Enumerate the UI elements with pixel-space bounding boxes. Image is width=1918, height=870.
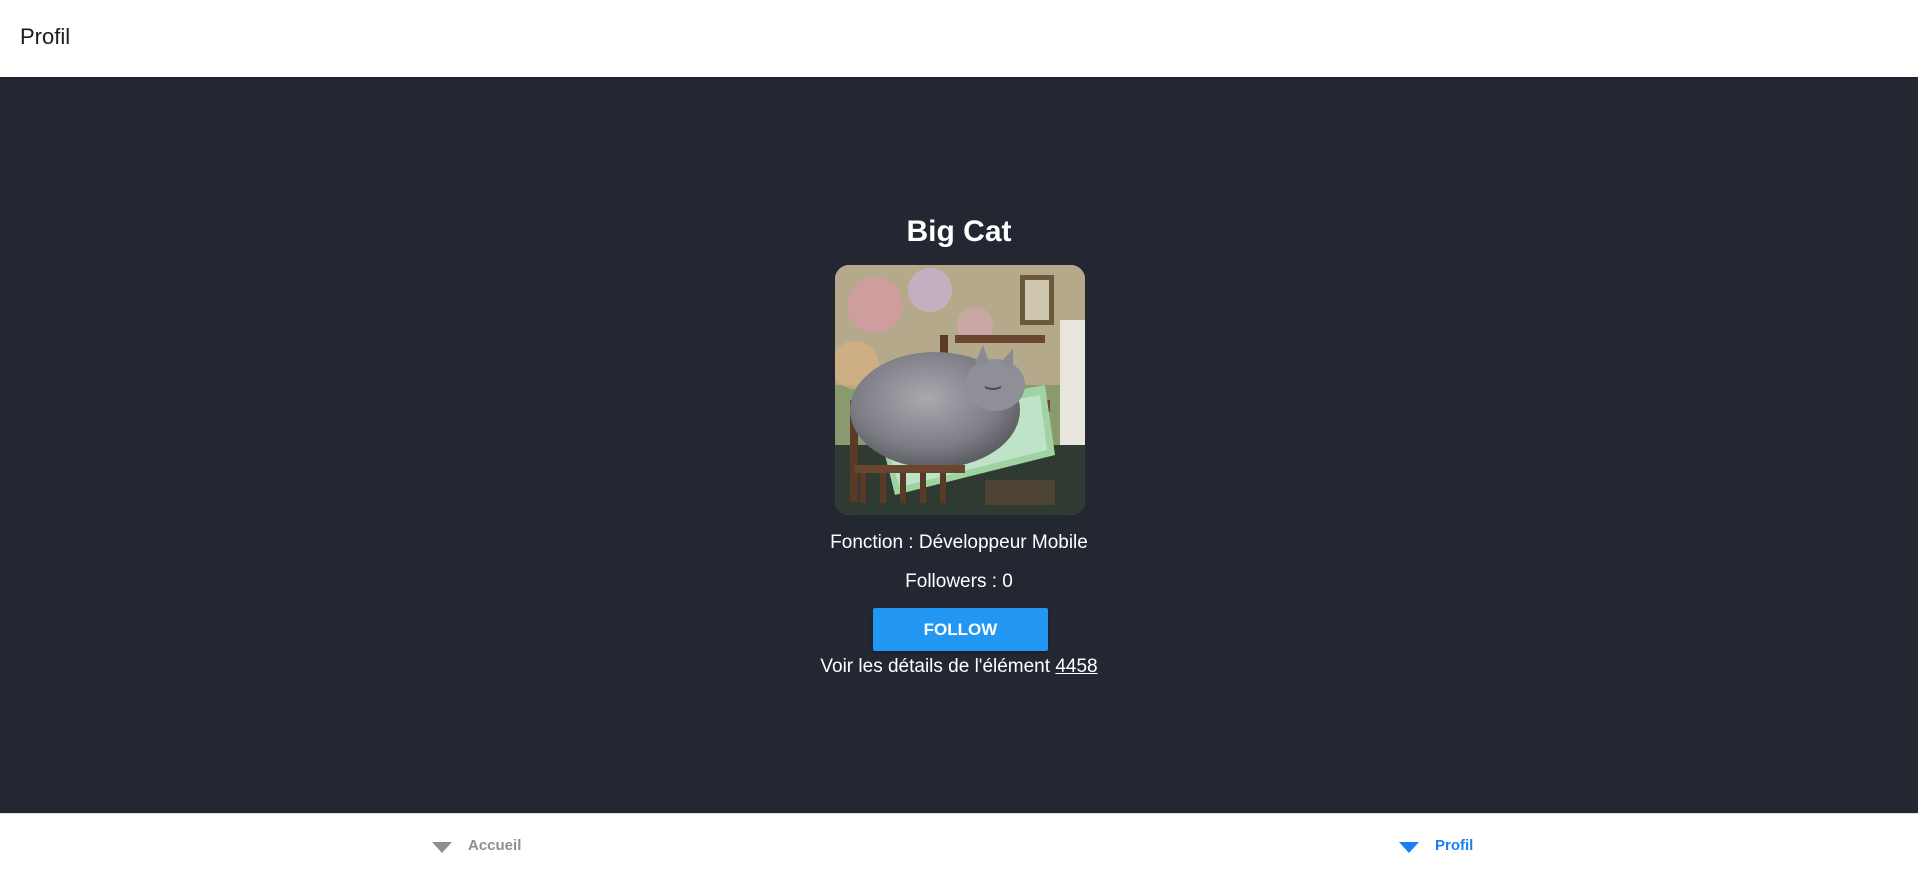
cat-photo-icon — [835, 265, 1085, 515]
header-title: Profil — [20, 24, 71, 49]
followers-count: Followers : 0 — [905, 571, 1013, 592]
profile-avatar — [835, 265, 1085, 515]
details-link[interactable]: 4458 — [1055, 656, 1097, 677]
tab-profil[interactable]: Profil — [1399, 837, 1473, 854]
details-line: Voir les détails de l'élément 4458 — [0, 656, 1918, 678]
triangle-down-icon — [1399, 842, 1419, 853]
tab-accueil[interactable]: Accueil — [432, 837, 521, 854]
fonction-text: Fonction : Développeur Mobile — [830, 532, 1088, 553]
triangle-down-icon — [432, 842, 452, 853]
profile-content: Big Cat Fonction: Développeur Mobile Fo… — [0, 77, 1918, 813]
tab-profil-label: Profil — [1435, 837, 1474, 854]
profile-screen: Big Cat Fonction: Développeur Mobile Fo… — [0, 77, 1918, 813]
app-header: Profil — [0, 0, 1918, 77]
follow-button[interactable]: FOLLOW — [873, 608, 1048, 651]
bottom-tab-bar: Accueil Profil — [0, 813, 1918, 870]
tab-accueil-label: Accueil — [468, 837, 522, 854]
profile-name: Big Cat — [906, 215, 1012, 248]
details-text: Voir les détails de l'élément — [820, 656, 1056, 677]
